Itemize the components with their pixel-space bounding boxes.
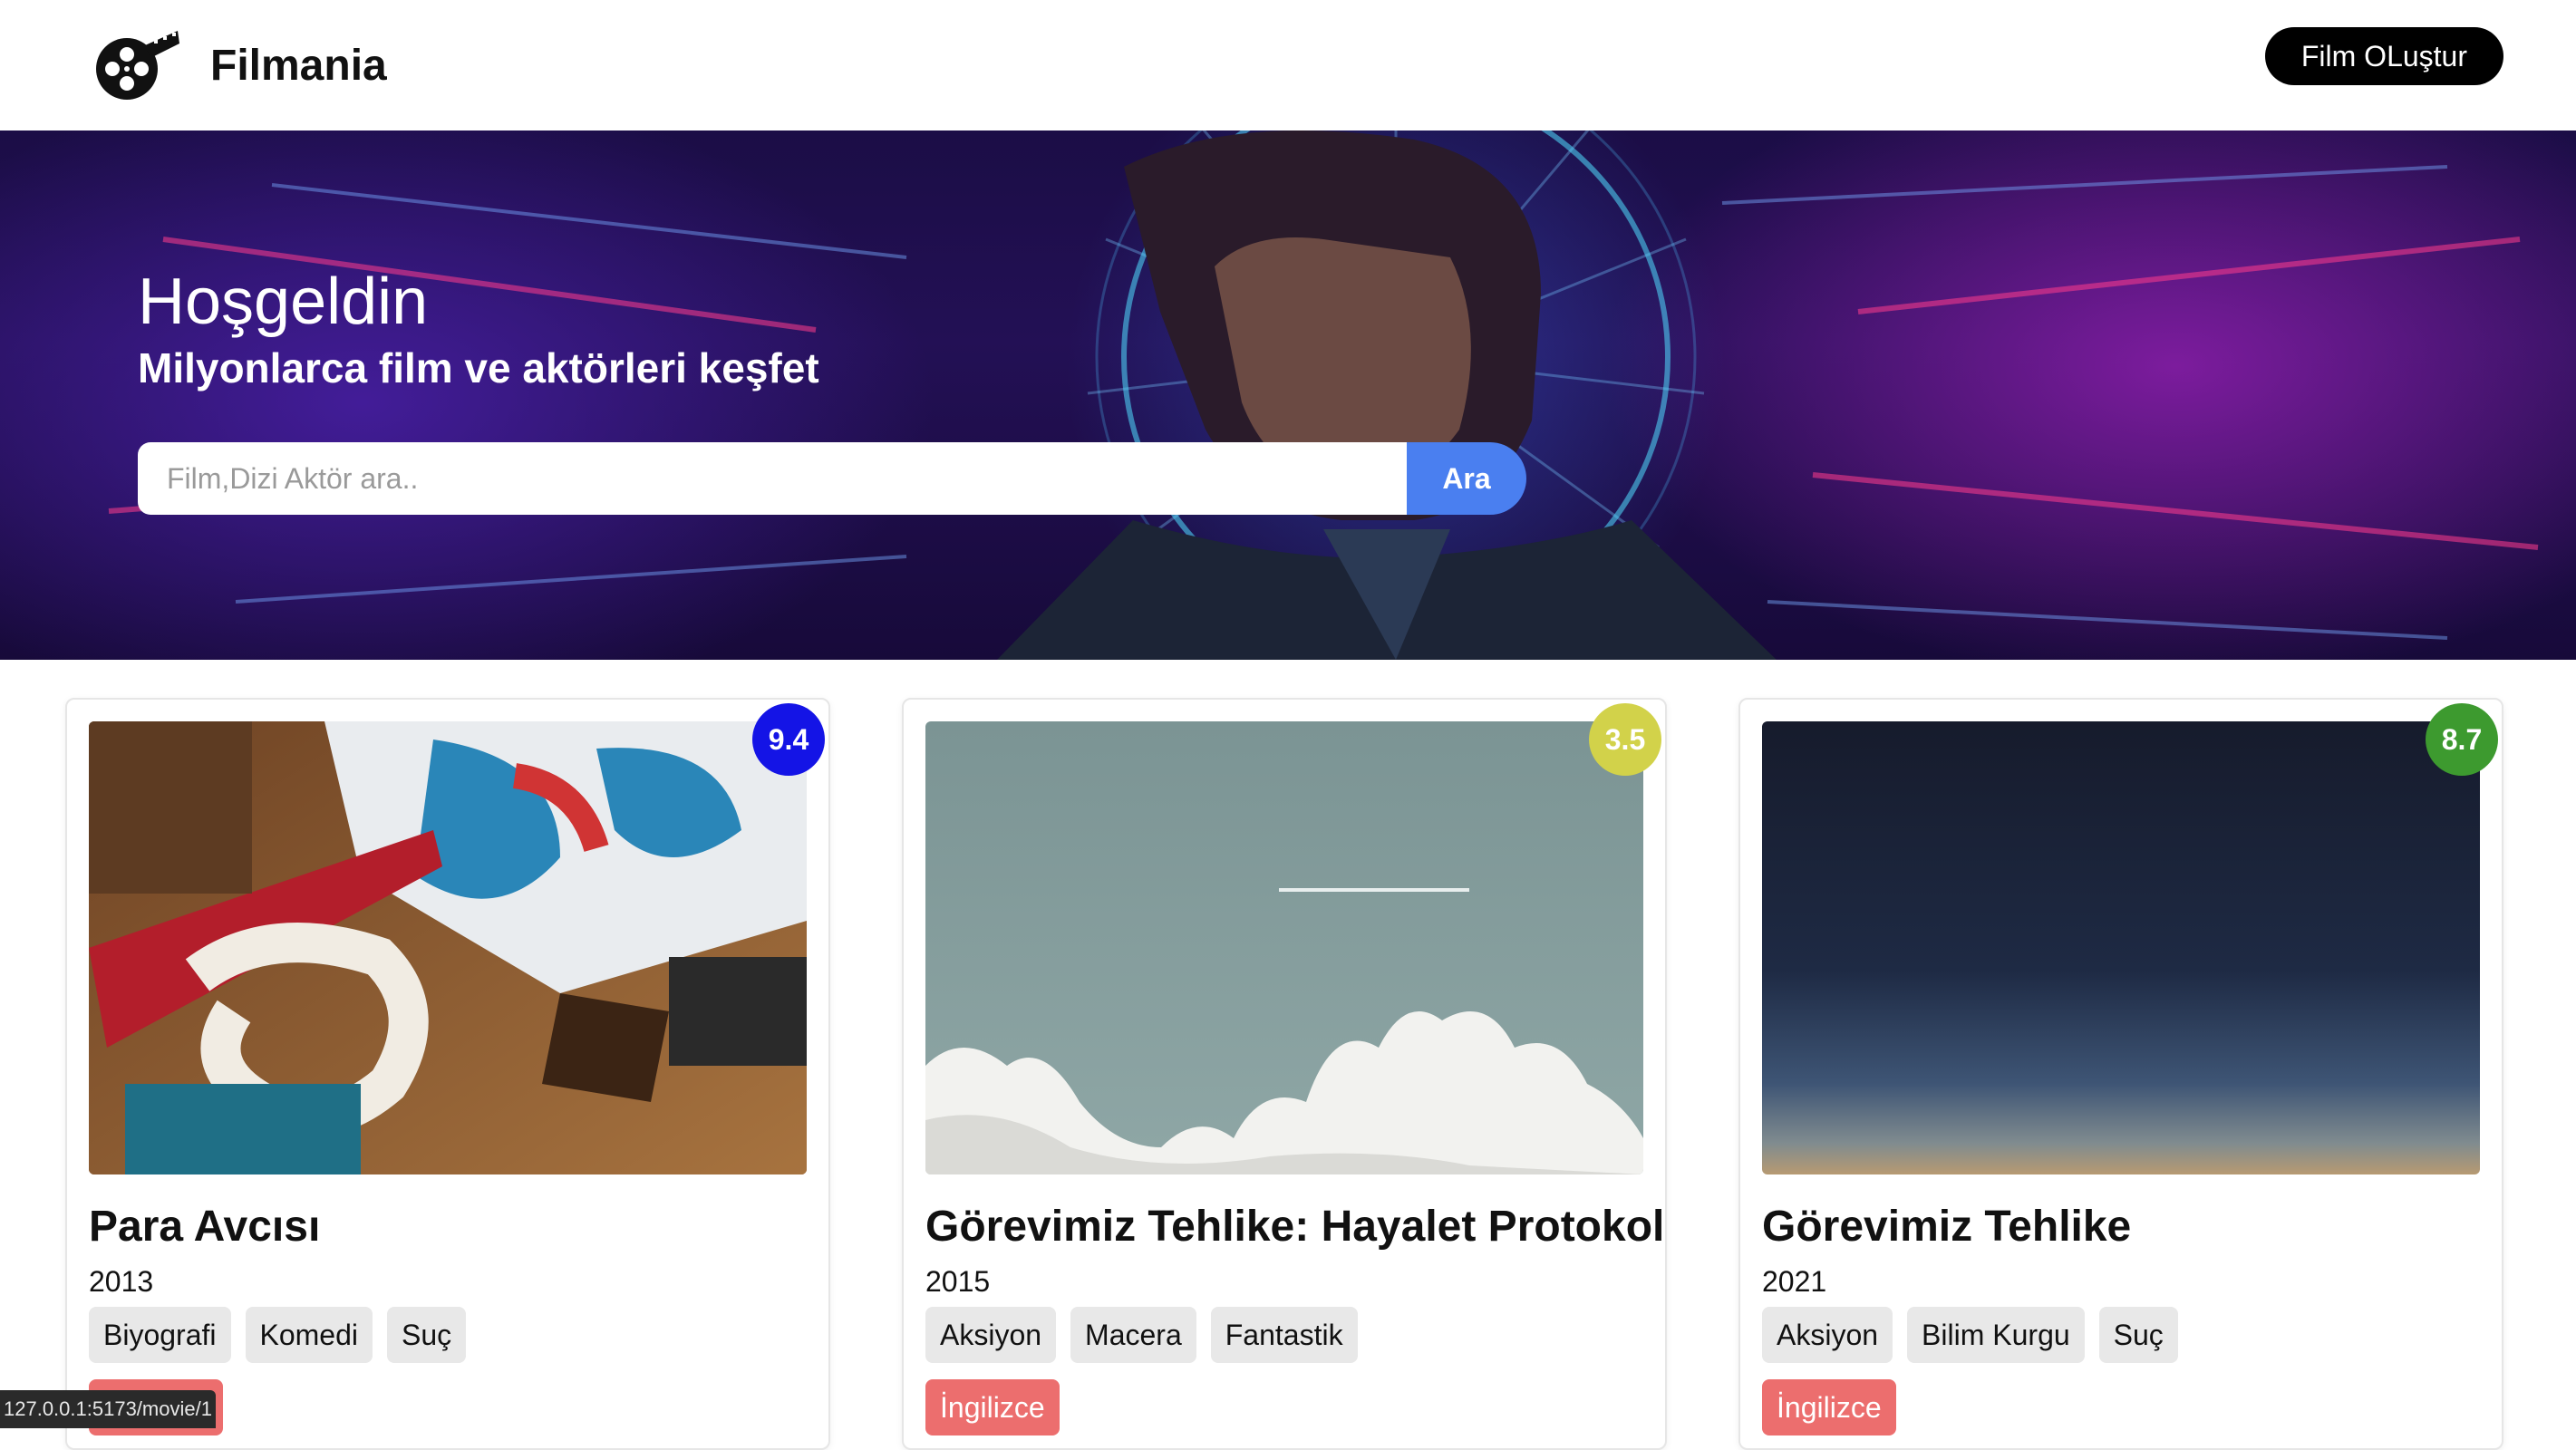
search-button[interactable]: Ara — [1407, 442, 1526, 515]
brand-name[interactable]: Filmania — [210, 41, 387, 91]
movie-year: 2021 — [1762, 1265, 1827, 1298]
search-bar: Ara — [138, 442, 1526, 515]
genre-tags: Biyografi Komedi Suç — [89, 1307, 467, 1363]
genre-tag: Fantastik — [1210, 1307, 1358, 1363]
navbar: Filmania Film OLuştur — [0, 0, 2576, 130]
hero-title: Hoşgeldin — [138, 266, 429, 338]
movie-card[interactable]: 8.7 Görevimiz Tehlike 2021 Aksiyon Bilim… — [1738, 698, 2503, 1450]
search-input[interactable] — [138, 442, 1407, 515]
genre-tag: Komedi — [245, 1307, 373, 1363]
movie-year: 2013 — [89, 1265, 154, 1298]
genre-tag: Suç — [2098, 1307, 2178, 1363]
film-reel-logo-icon[interactable] — [91, 27, 181, 103]
rating-badge: 8.7 — [2426, 703, 2498, 776]
genre-tag: Aksiyon — [925, 1307, 1057, 1363]
genre-tags: Aksiyon Bilim Kurgu Suç — [1762, 1307, 2178, 1363]
genre-tag: Bilim Kurgu — [1907, 1307, 2085, 1363]
rating-badge: 3.5 — [1589, 703, 1661, 776]
movie-card[interactable]: 3.5 Görevimiz Tehlike: Hayalet Protokol … — [902, 698, 1667, 1450]
create-film-button[interactable]: Film OLuştur — [2264, 27, 2503, 85]
genre-tag: Macera — [1070, 1307, 1196, 1363]
movie-poster-image[interactable] — [89, 721, 807, 1174]
genre-tag: Suç — [387, 1307, 467, 1363]
language-badge: İngilizce — [925, 1379, 1060, 1436]
movie-poster-image[interactable] — [1762, 721, 2480, 1174]
movie-year: 2015 — [925, 1265, 991, 1298]
link-status-url: 127.0.0.1:5173/movie/1 — [0, 1390, 216, 1428]
hero-background-image — [108, 130, 2539, 660]
genre-tag: Aksiyon — [1762, 1307, 1893, 1363]
rating-badge: 9.4 — [752, 703, 825, 776]
movie-poster-image[interactable] — [925, 721, 1643, 1174]
movie-card[interactable]: 9.4 Para Avcısı 2013 Biyografi Komedi Su… — [65, 698, 830, 1450]
genre-tag: Biyografi — [89, 1307, 231, 1363]
language-badge: İngilizce — [1762, 1379, 1896, 1436]
movie-title[interactable]: Görevimiz Tehlike — [1762, 1202, 2131, 1252]
genre-tags: Aksiyon Macera Fantastik — [925, 1307, 1358, 1363]
hero-subtitle: Milyonlarca film ve aktörleri keşfet — [138, 344, 819, 392]
movie-title[interactable]: Para Avcısı — [89, 1202, 320, 1252]
movie-title[interactable]: Görevimiz Tehlike: Hayalet Protokol — [925, 1202, 1664, 1252]
hero-banner: Hoşgeldin Milyonlarca film ve aktörleri … — [0, 130, 2576, 660]
